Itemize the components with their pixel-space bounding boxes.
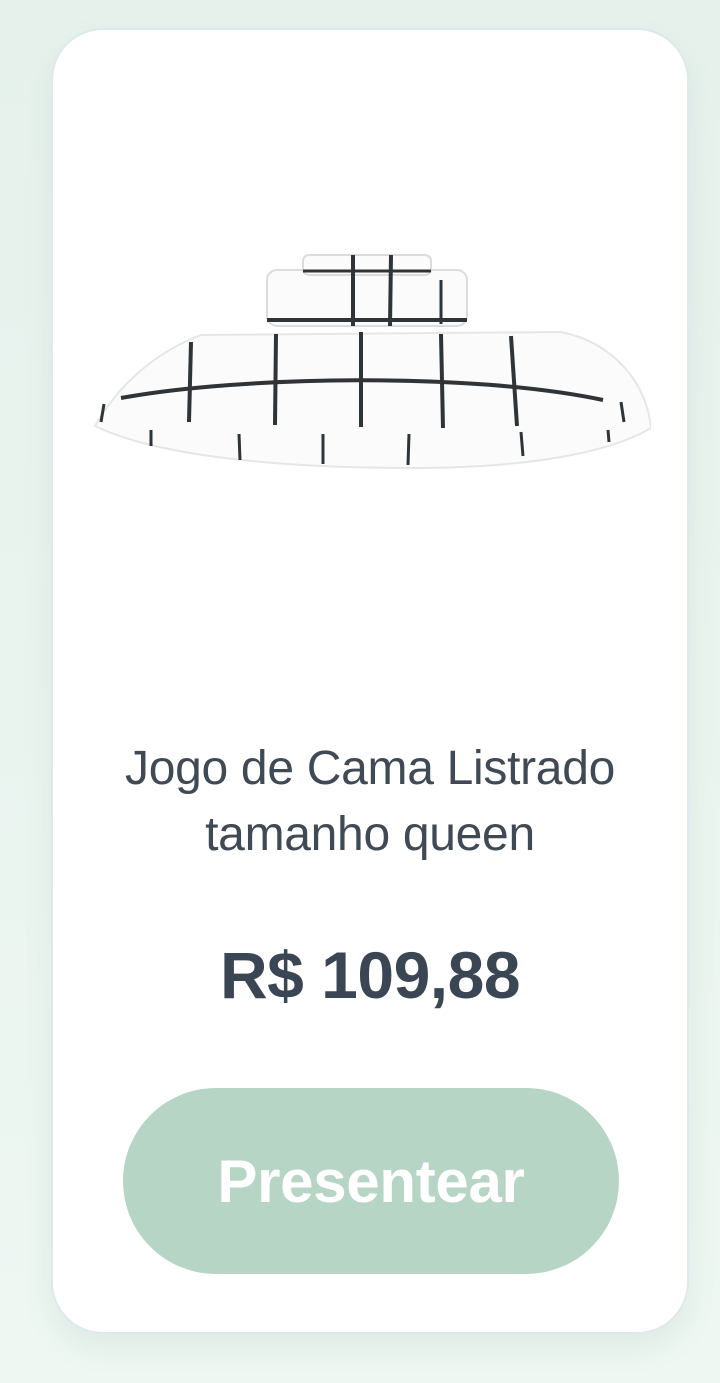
product-title-line-1: Jogo de Cama Listrado <box>125 742 615 795</box>
product-card: Jogo de Cama Listrado tamanho queen R$ 1… <box>51 28 689 1334</box>
product-title-line-2: tamanho queen <box>205 808 535 861</box>
gift-button[interactable]: Presentear <box>123 1088 619 1274</box>
product-price: R$ 109,88 <box>219 938 521 1012</box>
product-title: Jogo de Cama Listrado tamanho queen <box>53 736 687 868</box>
striped-bedding-set-icon <box>93 254 651 470</box>
